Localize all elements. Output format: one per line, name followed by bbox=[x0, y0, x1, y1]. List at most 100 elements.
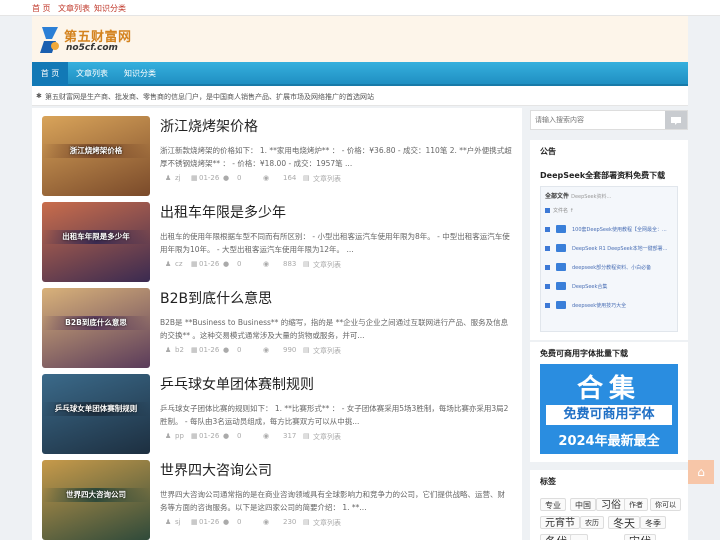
eye-icon: ◉ bbox=[263, 346, 270, 354]
tag-link[interactable]: 农历 bbox=[580, 516, 604, 529]
tag-link[interactable]: 宋代 bbox=[624, 534, 656, 540]
eye-icon: ◉ bbox=[263, 174, 270, 182]
post-category[interactable]: 文章列表 bbox=[313, 518, 341, 528]
tag-link[interactable]: 冬季 bbox=[640, 516, 666, 529]
tag-link[interactable]: 专业 bbox=[540, 498, 566, 511]
announce-widget: 公告 DeepSeek全套部署资料免费下载 全部文件 DeepSeek资料...… bbox=[530, 140, 688, 340]
folder-icon: ▤ bbox=[303, 518, 310, 526]
calendar-icon: ▦ bbox=[191, 518, 198, 526]
post-author[interactable]: pp bbox=[175, 432, 184, 440]
user-icon: ♟ bbox=[165, 174, 172, 182]
post-category[interactable]: 文章列表 bbox=[313, 260, 341, 270]
checkbox-icon[interactable] bbox=[545, 284, 550, 289]
post-excerpt: 乒乓球女子团体比赛的规则如下： 1. **比赛形式** ： - 女子团体赛采用5… bbox=[160, 404, 509, 426]
post-category[interactable]: 文章列表 bbox=[313, 346, 341, 356]
file-list-item[interactable]: 100套DeepSeek使用教程【全网最全：... bbox=[545, 225, 675, 236]
file-list-sort[interactable]: 文件名 ↑ bbox=[545, 207, 675, 217]
tag-link[interactable]: 你可以 bbox=[650, 498, 681, 511]
post-date: 01-26 bbox=[199, 346, 220, 354]
search-button[interactable] bbox=[665, 111, 687, 129]
tag-link[interactable]: 元宵节 bbox=[540, 516, 580, 529]
thumbnail-caption: 乒乓球女单团体赛制规则 bbox=[42, 402, 150, 416]
post-title[interactable]: B2B到底什么意思 bbox=[160, 288, 272, 308]
post-title[interactable]: 乒乓球女单团体赛制规则 bbox=[160, 374, 314, 394]
tag-link[interactable]: 习俗 bbox=[596, 498, 626, 511]
top-bar: 首 页 文章列表 知识分类 bbox=[0, 0, 720, 16]
post-thumbnail[interactable]: 出租车年限是多少年 bbox=[42, 202, 150, 282]
checkbox-icon[interactable] bbox=[545, 246, 550, 251]
search-box bbox=[530, 110, 688, 130]
nav-home[interactable]: 首 页 bbox=[32, 62, 68, 86]
fonts-banner[interactable]: 合集 免费可商用字体 2024年最新最全 bbox=[540, 364, 678, 454]
post-thumbnail[interactable]: 世界四大咨询公司 bbox=[42, 460, 150, 540]
user-icon: ♟ bbox=[165, 260, 172, 268]
post-author[interactable]: b2 bbox=[175, 346, 184, 354]
fonts-heading: 免费可商用字体批量下载 bbox=[540, 349, 628, 358]
user-icon: ♟ bbox=[165, 518, 172, 526]
site-domain: no5cf.com bbox=[66, 43, 118, 53]
checkbox-icon[interactable] bbox=[545, 303, 550, 308]
file-name: 100套DeepSeek使用教程【全网最全：... bbox=[572, 227, 667, 233]
post-thumbnail[interactable]: 乒乓球女单团体赛制规则 bbox=[42, 374, 150, 454]
tag-link[interactable]: 冬代 bbox=[540, 534, 572, 540]
fonts-banner-line2: 2024年最新最全 bbox=[558, 434, 660, 449]
eye-icon: ◉ bbox=[263, 260, 270, 268]
tag-link[interactable]: 冬天 bbox=[608, 516, 640, 530]
post-thumbnail[interactable]: 浙江烧烤架价格 bbox=[42, 116, 150, 196]
deepseek-file-preview[interactable]: 全部文件 DeepSeek资料... 文件名 ↑ 100套DeepSeek使用教程… bbox=[540, 186, 678, 332]
topnav-home[interactable]: 首 页 bbox=[32, 3, 51, 14]
announce-heading: 公告 bbox=[540, 147, 556, 156]
search-icon bbox=[671, 117, 681, 125]
fonts-banner-line1: 免费可商用字体 bbox=[546, 405, 672, 425]
topnav-articles[interactable]: 文章列表 bbox=[58, 3, 90, 14]
post-category[interactable]: 文章列表 bbox=[313, 432, 341, 442]
comment-icon: ● bbox=[223, 518, 230, 526]
nav-categories[interactable]: 知识分类 bbox=[118, 62, 162, 86]
post-date: 01-26 bbox=[199, 518, 220, 526]
folder-icon bbox=[556, 225, 566, 233]
nav-articles[interactable]: 文章列表 bbox=[70, 62, 114, 86]
tags-widget: 标签 专业中国习俗作者你可以元宵节农历冬天冬季冬代... 宋代 bbox=[530, 470, 688, 540]
file-list-item[interactable]: DeepSeek R1 DeepSeek本地一键部署... bbox=[545, 244, 675, 255]
checkbox-icon[interactable] bbox=[545, 208, 550, 213]
post-author[interactable]: cz bbox=[175, 260, 183, 268]
checkbox-icon[interactable] bbox=[545, 265, 550, 270]
post-title[interactable]: 出租车年限是多少年 bbox=[160, 202, 286, 222]
post-author[interactable]: zj bbox=[175, 174, 181, 182]
post-comments: 0 bbox=[237, 432, 242, 440]
post-thumbnail[interactable]: B2B到底什么意思 bbox=[42, 288, 150, 368]
tag-link[interactable]: ... bbox=[570, 534, 588, 540]
deepseek-link[interactable]: DeepSeek全套部署资料免费下载 bbox=[540, 170, 665, 181]
file-name: deepseek部分教程资料、小白必备 bbox=[572, 265, 652, 271]
post-item: 出租车年限是多少年 出租车年限是多少年 出租车的使用年限根据车型不同而有所区别： -… bbox=[32, 198, 522, 284]
topnav-categories[interactable]: 知识分类 bbox=[94, 3, 126, 14]
folder-icon: ▤ bbox=[303, 260, 310, 268]
checkbox-icon[interactable] bbox=[545, 227, 550, 232]
user-icon: ♟ bbox=[165, 432, 172, 440]
site-notice: ✱ 第五财富网是生产商、批发商、零售商的信息门户，是中国商人销售产品、扩展市场及… bbox=[32, 86, 688, 106]
post-list: 浙江烧烤架价格 浙江烧烤架价格 浙江新款烧烤架的价格如下： 1. **家用电烧烤炉*… bbox=[32, 108, 522, 540]
logo-icon[interactable] bbox=[38, 25, 62, 55]
search-input[interactable] bbox=[535, 114, 663, 126]
file-list-item[interactable]: deepseek使用技巧大全 bbox=[545, 301, 675, 312]
tag-link[interactable]: 中国 bbox=[570, 498, 596, 511]
post-title[interactable]: 世界四大咨询公司 bbox=[160, 460, 272, 480]
thumbnail-caption: B2B到底什么意思 bbox=[42, 316, 150, 330]
back-to-top-button[interactable]: ⌂ bbox=[688, 460, 714, 484]
file-name: 文件名 ↑ bbox=[553, 208, 574, 214]
post-title[interactable]: 浙江烧烤架价格 bbox=[160, 116, 258, 136]
post-category[interactable]: 文章列表 bbox=[313, 174, 341, 184]
post-views: 990 bbox=[283, 346, 297, 354]
notice-icon: ✱ bbox=[36, 92, 42, 100]
post-author[interactable]: sj bbox=[175, 518, 181, 526]
file-list-item[interactable]: deepseek部分教程资料、小白必备 bbox=[545, 263, 675, 274]
post-comments: 0 bbox=[237, 260, 242, 268]
folder-icon bbox=[556, 282, 566, 290]
post-views: 230 bbox=[283, 518, 297, 526]
tag-link[interactable]: 作者 bbox=[624, 498, 648, 511]
folder-icon bbox=[556, 244, 566, 252]
thumbnail-caption: 出租车年限是多少年 bbox=[42, 230, 150, 244]
calendar-icon: ▦ bbox=[191, 260, 198, 268]
file-list-item[interactable]: DeepSeek合集 bbox=[545, 282, 675, 293]
thumbnail-caption: 浙江烧烤架价格 bbox=[42, 144, 150, 158]
